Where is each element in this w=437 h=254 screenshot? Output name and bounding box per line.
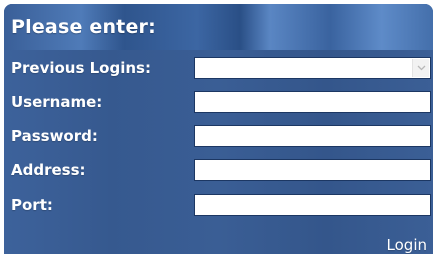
username-row: Username: <box>4 87 433 117</box>
port-row: Port: <box>4 190 433 220</box>
address-row: Address: <box>4 155 433 185</box>
address-label: Address: <box>11 161 86 179</box>
password-field[interactable] <box>194 125 431 147</box>
previous-logins-label: Previous Logins: <box>11 59 151 77</box>
password-label: Password: <box>11 127 98 145</box>
form-area: Previous Logins: Username: Password: Add… <box>4 50 433 254</box>
port-field[interactable] <box>194 194 431 216</box>
header-title: Please enter: <box>11 16 156 38</box>
chevron-down-icon[interactable] <box>412 59 429 77</box>
previous-logins-select[interactable] <box>194 57 431 79</box>
login-panel: Please enter: Previous Logins: Username:… <box>4 4 433 254</box>
login-button[interactable]: Login <box>387 236 427 254</box>
address-field[interactable] <box>194 159 431 181</box>
password-row: Password: <box>4 121 433 151</box>
panel-header: Please enter: <box>4 4 433 50</box>
username-label: Username: <box>11 93 103 111</box>
port-label: Port: <box>11 196 53 214</box>
username-field[interactable] <box>194 91 431 113</box>
previous-logins-row: Previous Logins: <box>4 53 433 83</box>
